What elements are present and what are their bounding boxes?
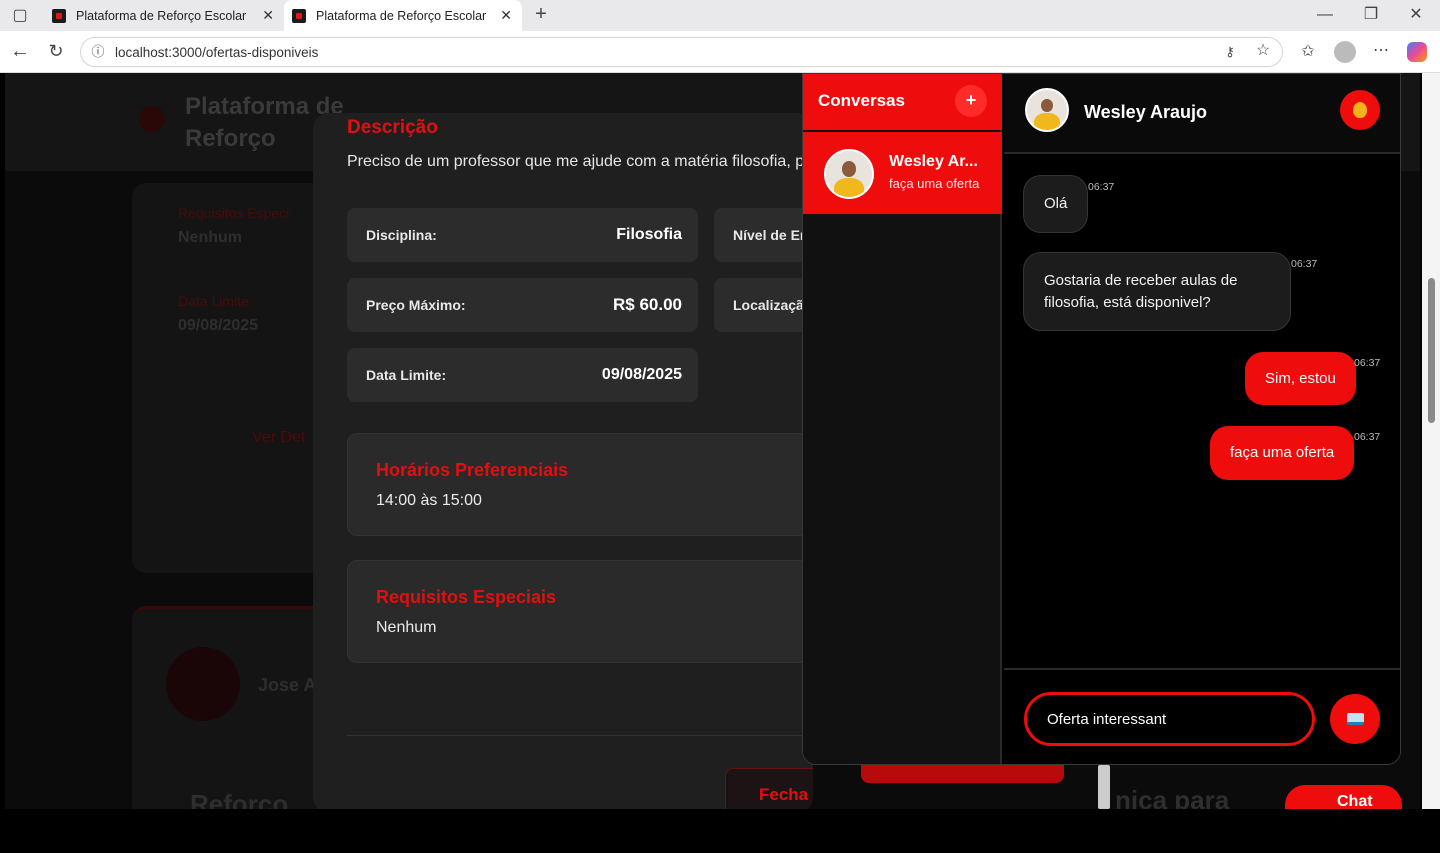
chat-float-button[interactable]: Chat [1285, 785, 1402, 809]
favicon-icon [52, 8, 66, 23]
conversations-title: Conversas [818, 91, 905, 110]
field-max-price: Preço Máximo: R$ 60.00 [347, 278, 698, 332]
browser-tab-bar: ▢ Plataforma de Reforço Escolar ✕ Plataf… [0, 0, 1440, 31]
requirements-box: Requisitos Especiais Nenhum [347, 560, 813, 663]
field-label: Disciplina: [366, 227, 437, 243]
field-location: Localizaçã [714, 278, 813, 332]
field-label: Localizaçã [733, 297, 804, 313]
url-text: localhost:3000/ofertas-disponiveis [115, 44, 319, 60]
message-input[interactable] [1024, 692, 1315, 746]
description-title: Descrição [347, 117, 438, 138]
more-options-icon[interactable]: ⋯ [1370, 41, 1392, 61]
message-time: 06:37 [1354, 431, 1381, 443]
conversation-item[interactable]: Wesley Ar... faça uma oferta [803, 132, 1002, 214]
back-icon[interactable]: ← [9, 41, 31, 61]
field-value: Filosofia [616, 226, 682, 243]
contact-name: Wesley Araujo [1084, 102, 1208, 122]
minimize-icon[interactable]: — [1314, 5, 1336, 25]
chat-header: Wesley Araujo [1004, 74, 1400, 154]
send-button[interactable] [1330, 694, 1380, 744]
field-deadline: Data Limite: 09/08/2025 [347, 348, 698, 402]
close-modal-button[interactable]: Fecha [725, 768, 813, 809]
schedule-box: Horários Preferenciais 14:00 às 15:00 [347, 433, 813, 536]
card-title-right: nica para [1115, 785, 1230, 809]
card-user-name: Jose A [258, 675, 317, 695]
card-req-value: Nenhum [178, 229, 242, 246]
message-text: faça uma oferta [1230, 444, 1335, 461]
favorites-icon[interactable]: ✩ [1297, 42, 1319, 62]
chat-float-label: Chat [1337, 793, 1373, 809]
field-label: Nível de En [733, 227, 809, 243]
favicon-icon [292, 8, 306, 23]
view-details-link[interactable]: Ver Det [252, 429, 305, 447]
card-title: Reforço [190, 789, 289, 809]
tab-title: Plataforma de Reforço Escolar [76, 8, 247, 23]
message-outgoing: Sim, estou [1245, 352, 1356, 405]
page-scrollbar[interactable] [1422, 73, 1440, 809]
card-req-label: Requisitos Especi [178, 205, 290, 221]
field-label: Preço Máximo: [366, 297, 466, 313]
conversation-name: Wesley Ar... [889, 153, 978, 170]
site-info-icon[interactable]: ⓘ [89, 42, 107, 62]
schedule-value: 14:00 às 15:00 [376, 492, 482, 509]
url-field[interactable]: ⓘ localhost:3000/ofertas-disponiveis ⚷ ☆ [80, 37, 1283, 67]
offer-card: Jose A Reforço [132, 606, 332, 809]
card-date-label: Data Limite: [178, 293, 253, 309]
inner-scrollbar[interactable] [1098, 765, 1110, 809]
requirements-title: Requisitos Especiais [376, 587, 557, 607]
conversations-header: Conversas + [803, 74, 1002, 130]
browser-tab[interactable]: Plataforma de Reforço Escolar ✕ [44, 0, 284, 31]
copilot-icon[interactable] [1407, 42, 1427, 62]
field-value: R$ 60.00 [613, 295, 682, 314]
profile-avatar-icon[interactable] [1334, 41, 1356, 63]
requirements-value: Nenhum [376, 619, 437, 636]
offer-details-modal: Descrição Preciso de um professor que me… [313, 113, 813, 809]
tab-title: Plataforma de Reforço Escolar [316, 8, 487, 23]
message-incoming: Gostaria de receber aulas de filosofia, … [1023, 252, 1291, 331]
message-outgoing: faça uma oferta [1210, 426, 1355, 480]
message-time: 06:37 [1291, 258, 1318, 270]
avatar [824, 149, 874, 199]
user-avatar [166, 647, 240, 721]
field-level: Nível de En [714, 208, 813, 262]
window-close-icon[interactable]: ✕ [1405, 5, 1427, 25]
card-date-value: 09/08/2025 [178, 317, 259, 334]
scrollbar-thumb[interactable] [1428, 278, 1435, 423]
primary-action-button[interactable] [861, 763, 1064, 783]
reload-icon[interactable]: ↻ [45, 41, 67, 61]
new-tab-icon[interactable]: + [530, 4, 552, 24]
money-bag-icon [1353, 102, 1367, 118]
message-composer [1004, 668, 1400, 764]
browser-tab-active[interactable]: Plataforma de Reforço Escolar ✕ [284, 0, 522, 31]
message-time: 06:37 [1088, 181, 1115, 193]
field-label: Data Limite: [366, 367, 447, 383]
description-text: Preciso de um professor que me ajude com… [347, 153, 805, 170]
address-bar: ← ↻ ⓘ localhost:3000/ofertas-disponiveis… [0, 31, 1440, 73]
message-text: Olá [1044, 195, 1068, 212]
divider [347, 735, 813, 736]
avatar [1025, 88, 1069, 132]
offer-card: Requisitos Especi Nenhum Data Limite: 09… [132, 183, 332, 573]
conversation-last-message: faça uma oferta [889, 176, 980, 191]
restore-icon[interactable]: ❐ [1360, 5, 1382, 25]
favorite-star-icon[interactable]: ☆ [1254, 41, 1272, 61]
field-subject: Disciplina: Filosofia [347, 208, 698, 262]
chat-window: Conversas + Wesley Ar... faça uma oferta… [802, 73, 1401, 765]
message-text: Sim, estou [1265, 369, 1336, 387]
close-tab-icon[interactable]: ✕ [262, 7, 274, 24]
key-icon[interactable]: ⚷ [1221, 42, 1239, 62]
logo-icon [139, 106, 165, 132]
close-tab-icon[interactable]: ✕ [500, 7, 512, 24]
page: Plataforma de Reforço Requisitos Especi … [5, 73, 1420, 809]
make-offer-button[interactable] [1340, 90, 1380, 130]
field-value: 09/08/2025 [601, 366, 682, 383]
tab-actions-icon[interactable]: ▢ [9, 6, 31, 26]
conversations-panel: Conversas + Wesley Ar... faça uma oferta [803, 74, 1002, 764]
message-text: Gostaria de receber aulas de filosofia, … [1044, 271, 1238, 311]
new-conversation-button[interactable]: + [955, 85, 987, 117]
message-time: 06:37 [1354, 357, 1381, 369]
message-incoming: Olá [1023, 175, 1089, 233]
schedule-title: Horários Preferenciais [376, 460, 569, 480]
send-icon [1347, 713, 1364, 725]
